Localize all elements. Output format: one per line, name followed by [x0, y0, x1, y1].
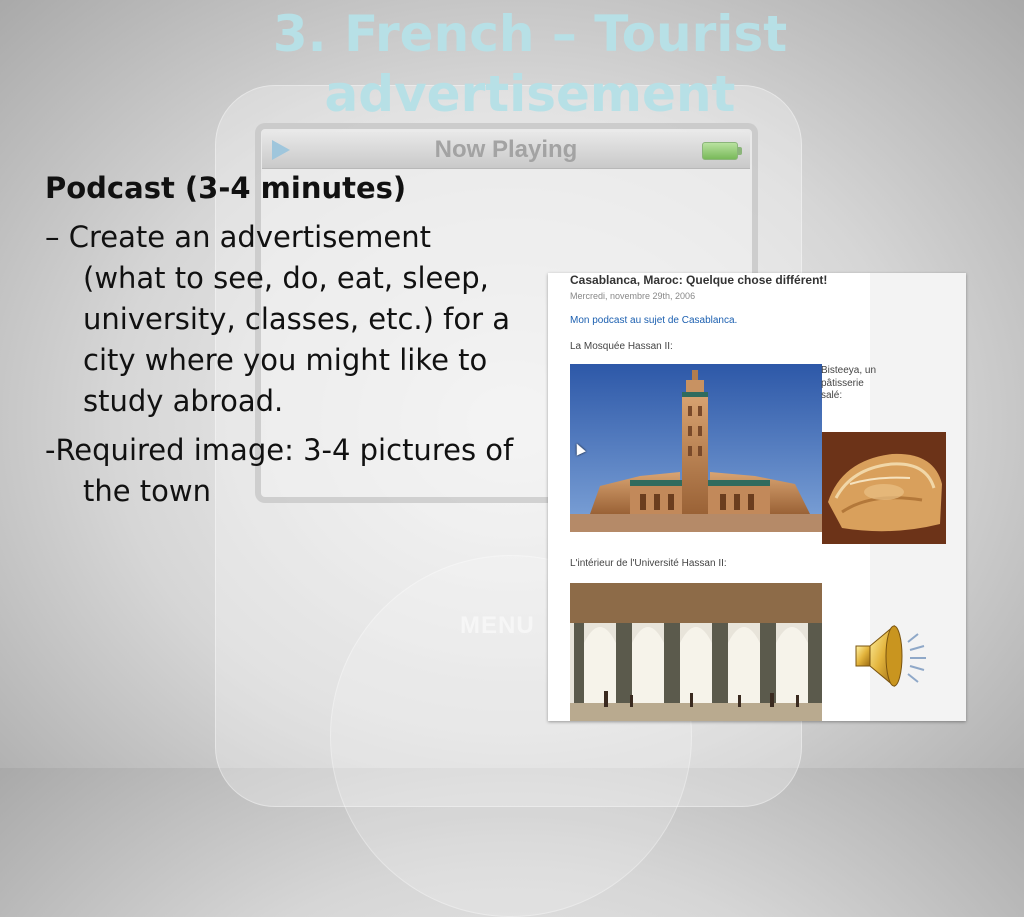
university-photo: [570, 583, 822, 721]
pastry-photo: [822, 432, 946, 544]
podcast-heading: Podcast (3-4 minutes): [45, 171, 407, 205]
blog-post-date: Mercredi, novembre 29th, 2006: [570, 291, 696, 301]
podcast-link[interactable]: Mon podcast au sujet de Casablanca.: [570, 315, 737, 326]
caption-university: L'intérieur de l'Université Hassan II:: [570, 558, 727, 569]
menu-label: MENU: [460, 612, 535, 639]
slide-body: Podcast (3-4 minutes) – Create an advert…: [45, 168, 515, 520]
speaker-icon[interactable]: [852, 620, 932, 692]
mosque-photo: [570, 364, 822, 532]
slide-title: 3. French – Tourist advertisement: [272, 5, 788, 123]
bullet-required-image: -Required image: 3-4 pictures of the tow…: [45, 433, 514, 508]
caption-pastry: Bisteeya, un pâtisserie salé:: [821, 365, 877, 401]
bullet-create-ad: – Create an advertisement (what to see, …: [45, 220, 511, 418]
caption-mosque: La Mosquée Hassan II:: [570, 341, 673, 352]
battery-icon: [702, 142, 742, 160]
blog-post-title: Casablanca, Maroc: Quelque chose différe…: [570, 273, 828, 287]
now-playing-label: Now Playing: [434, 136, 578, 163]
